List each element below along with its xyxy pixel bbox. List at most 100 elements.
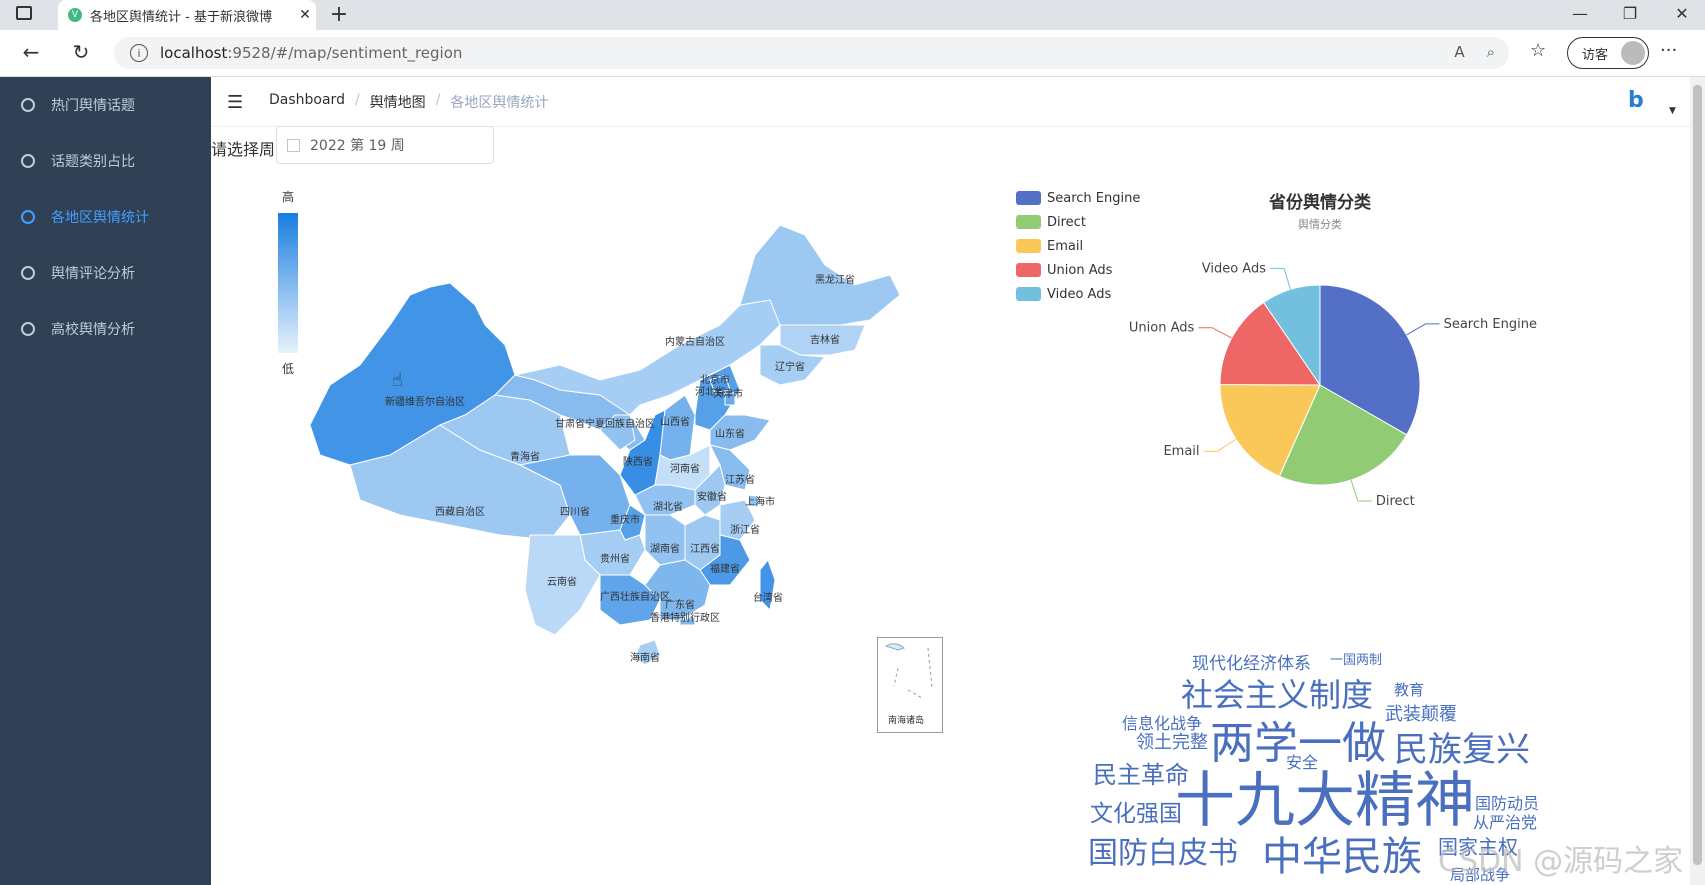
map-region-label: 山东省 (715, 427, 745, 440)
word-cloud-word: 领土完整 (1136, 732, 1208, 753)
map-region-label: 江西省 (690, 542, 720, 555)
address-bar: ← ↻ i localhost:9528/#/map/sentiment_reg… (0, 30, 1705, 77)
dropdown-caret-icon[interactable]: ▼ (1669, 106, 1676, 116)
pie-legend-item[interactable]: Search Engine (1016, 186, 1140, 210)
week-picker-input[interactable]: 2022 第 19 周 (276, 126, 494, 164)
calendar-icon (287, 138, 300, 152)
map-region-label: 湖北省 (653, 500, 683, 513)
map-region-label: 内蒙古自治区 (665, 335, 725, 348)
guest-label: 访客 (1582, 47, 1609, 63)
visual-map-gradient[interactable] (278, 213, 298, 353)
sidebar-item-label: 高校舆情分析 (51, 322, 135, 338)
favorites-icon[interactable]: ☆ (1530, 40, 1546, 61)
map-region-label: 浙江省 (730, 523, 760, 536)
watermark: CSDN @源码之家 (1438, 844, 1684, 879)
word-cloud-word: 一国两制 (1330, 653, 1383, 668)
sidebar-item-region-stats[interactable]: 各地区舆情统计 (0, 189, 211, 245)
pie-legend-item[interactable]: Direct (1016, 210, 1140, 234)
legend-swatch (1016, 239, 1041, 253)
word-cloud-word: 现代化经济体系 (1192, 654, 1311, 674)
tab-title: 各地区舆情统计 - 基于新浪微博 (90, 9, 272, 25)
map-region-label: 河南省 (670, 462, 700, 475)
restore-icon[interactable]: ❐ (1610, 4, 1650, 23)
word-cloud-word: 文化强国 (1090, 801, 1182, 827)
guest-profile-button[interactable]: 访客 (1567, 37, 1649, 69)
map-region-label: 青海省 (510, 450, 540, 463)
map-region-label: 台湾省 (753, 591, 783, 604)
sidebar-item-label: 热门舆情话题 (51, 98, 135, 114)
sidebar-item-hot-topics[interactable]: 热门舆情话题 (0, 77, 211, 133)
close-window-icon[interactable]: ✕ (1662, 4, 1702, 23)
map-region-label: 海南省 (630, 651, 660, 664)
map-region-label: 四川省 (560, 505, 590, 518)
map-region-label: 辽宁省 (775, 360, 805, 373)
legend-label: Search Engine (1047, 190, 1141, 206)
scrollbar-thumb[interactable] (1693, 85, 1702, 865)
pie-slice-label: Video Ads (1202, 261, 1266, 276)
word-cloud-word: 武装颠覆 (1385, 704, 1457, 725)
sidebar-item-label: 各地区舆情统计 (51, 210, 149, 226)
map-region-label: 天津市 (713, 387, 743, 400)
map-region-label: 北京市 (700, 373, 730, 386)
bing-icon[interactable]: b (1628, 88, 1644, 113)
map-region-label: 黑龙江省 (815, 273, 855, 286)
south-sea-label: 南海诸岛 (888, 716, 925, 726)
new-tab-icon[interactable]: + (326, 2, 352, 27)
sidebar-item-label: 话题类别占比 (51, 154, 135, 170)
pie-label-line (1406, 323, 1440, 336)
zoom-icon[interactable]: ⌕ (1487, 43, 1495, 61)
word-cloud-word: 民族复兴 (1394, 730, 1530, 770)
vue-favicon-icon: V (68, 8, 82, 22)
read-aloud-icon[interactable]: A (1454, 43, 1464, 61)
map-region-label: 湖南省 (650, 542, 680, 555)
word-cloud-word: 中华民族 (1262, 834, 1422, 880)
map-region[interactable] (644, 514, 686, 566)
visual-map-high-label: 高 (282, 190, 295, 204)
reload-icon[interactable]: ↻ (68, 40, 94, 64)
sidebar-item-topic-ratio[interactable]: 话题类别占比 (0, 133, 211, 189)
map-region-label: 甘肃省 (555, 417, 585, 430)
browser-tab-bar: V 各地区舆情统计 - 基于新浪微博 ✕ + — ❐ ✕ (0, 0, 1705, 30)
pie-label-line (1198, 327, 1232, 339)
hamburger-icon[interactable]: ☰ (227, 92, 243, 113)
pie-label-line (1270, 267, 1291, 290)
map-region-label: 重庆市 (610, 513, 640, 526)
url-field[interactable]: i localhost:9528/#/map/sentiment_region … (114, 37, 1509, 69)
page-scrollbar[interactable] (1690, 77, 1705, 885)
map-region-label: 新疆维吾尔自治区 (385, 395, 465, 408)
word-cloud-word: 信息化战争 (1122, 714, 1203, 733)
sidebar-item-comment-analysis[interactable]: 舆情评论分析 (0, 245, 211, 301)
menu-circle-icon (21, 322, 35, 336)
close-tab-icon[interactable]: ✕ (294, 7, 316, 23)
map-region-label: 上海市 (745, 495, 775, 508)
sidebar: 热门舆情话题 话题类别占比 各地区舆情统计 舆情评论分析 高校舆情分析 (0, 77, 211, 885)
legend-label: Email (1047, 238, 1084, 254)
tab-actions-icon[interactable] (16, 6, 32, 20)
breadcrumb-sentiment-map[interactable]: 舆情地图 (370, 92, 426, 112)
url-host: localhost (160, 44, 228, 62)
pie-slice-label: Email (1163, 444, 1199, 459)
back-icon[interactable]: ← (18, 40, 44, 64)
pie-chart[interactable]: Search Engine Direct Email Union Ads Video A… (1100, 250, 1540, 530)
breadcrumb-current: 各地区舆情统计 (450, 95, 549, 111)
week-picker-value: 2022 第 19 周 (310, 138, 405, 154)
legend-swatch (1016, 215, 1041, 229)
more-menu-icon[interactable]: ··· (1660, 40, 1677, 61)
map-region-label: 云南省 (547, 575, 577, 588)
menu-circle-icon (21, 154, 35, 168)
pie-slice-label: Direct (1376, 494, 1415, 509)
url-path: :9528/#/map/sentiment_region (227, 44, 463, 62)
minimize-icon[interactable]: — (1560, 4, 1600, 23)
browser-tab[interactable]: V 各地区舆情统计 - 基于新浪微博 ✕ (58, 0, 316, 30)
legend-swatch (1016, 263, 1041, 277)
sidebar-item-university-analysis[interactable]: 高校舆情分析 (0, 301, 211, 357)
map-region-label: 江苏省 (725, 473, 755, 486)
menu-circle-icon (21, 210, 35, 224)
breadcrumb-dashboard[interactable]: Dashboard (269, 92, 345, 112)
site-info-icon[interactable]: i (130, 44, 148, 62)
map-region-label: 安徽省 (697, 490, 727, 503)
legend-swatch (1016, 287, 1041, 301)
map-region-label: 广东省 (665, 598, 695, 611)
menu-circle-icon (21, 98, 35, 112)
pie-slice-label: Search Engine (1444, 317, 1537, 332)
